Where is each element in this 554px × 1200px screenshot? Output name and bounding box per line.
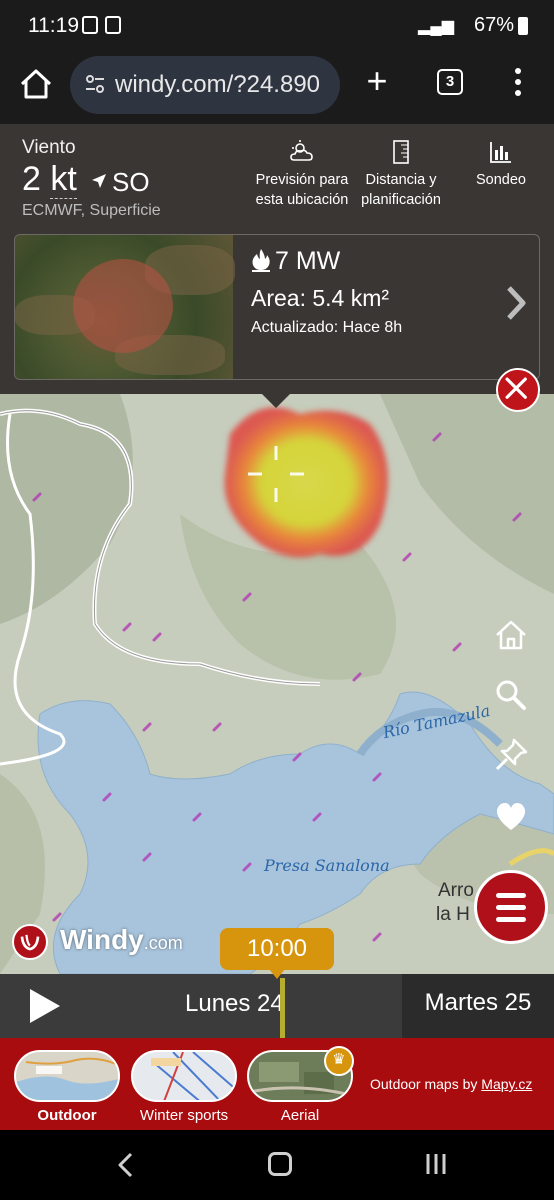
signal-icon: ▂▄▆ bbox=[418, 18, 454, 35]
day-next[interactable]: Martes 25 bbox=[402, 974, 554, 1038]
nav-home-icon[interactable] bbox=[268, 1152, 292, 1176]
url-bar[interactable]: windy.com/?24.890 bbox=[70, 56, 340, 114]
map-credit-text: Outdoor maps by bbox=[370, 1076, 478, 1092]
fire-power: 7 MW bbox=[251, 247, 340, 276]
weather-panel: Viento 2 kt SO ECMWF, Superficie Previsi… bbox=[0, 124, 554, 394]
status-time: 11:19 bbox=[28, 14, 79, 37]
distance-label: Distancia y planificación bbox=[361, 172, 441, 208]
layer-aerial-label: Aerial bbox=[280, 1107, 320, 1124]
battery-text: 67% bbox=[473, 14, 514, 36]
back-icon[interactable] bbox=[115, 1151, 137, 1179]
wind-speed-unit[interactable]: kt bbox=[50, 160, 77, 199]
lake-label: Presa Sanalona bbox=[264, 856, 390, 875]
model-label[interactable]: ECMWF, Superficie bbox=[22, 202, 161, 220]
wind-arrow-icon bbox=[92, 174, 106, 188]
callout-pointer bbox=[262, 394, 290, 408]
close-icon[interactable] bbox=[496, 368, 540, 412]
wind-direction: SO bbox=[112, 167, 150, 197]
timeline-bar[interactable]: Lunes 24 Martes 25 bbox=[0, 974, 554, 1038]
weather-icon bbox=[290, 140, 313, 161]
mapy-link[interactable]: Mapy.cz bbox=[481, 1076, 532, 1092]
windy-brand: Windy.com bbox=[60, 924, 183, 955]
tabs-button[interactable]: 3 bbox=[437, 69, 463, 95]
layer-winter-thumbnail bbox=[131, 1050, 237, 1102]
layer-winter-label: Winter sports bbox=[139, 1107, 229, 1124]
sounding-button[interactable]: Sondeo bbox=[470, 140, 532, 190]
main-menu-button[interactable] bbox=[474, 870, 548, 944]
wind-speed-value: 2 bbox=[22, 160, 41, 198]
map-view[interactable]: Río Tamazula Presa Sanalona Arro la H bbox=[0, 394, 554, 974]
wind-label: Viento bbox=[22, 137, 76, 158]
forecast-label: Previsión para esta ubicación bbox=[255, 172, 349, 208]
tune-icon[interactable] bbox=[84, 73, 106, 95]
windy-logo-icon bbox=[12, 924, 48, 960]
battery-icon bbox=[518, 17, 528, 35]
sounding-label: Sondeo bbox=[476, 172, 526, 188]
system-nav-bar bbox=[0, 1130, 554, 1200]
wind-speed: 2 kt bbox=[22, 160, 77, 199]
new-tab-button[interactable]: + bbox=[362, 63, 392, 99]
fire-info-card[interactable]: 7 MW Area: 5.4 km² Actualizado: Hace 8h bbox=[14, 234, 540, 380]
fire-power-value: 7 MW bbox=[275, 247, 341, 275]
ruler-icon bbox=[393, 140, 409, 164]
layer-outdoor[interactable]: Outdoor bbox=[10, 1050, 124, 1124]
fire-area: Area: 5.4 km² bbox=[251, 285, 390, 311]
home-icon[interactable] bbox=[18, 66, 54, 102]
map-credit: Outdoor maps by Mapy.cz bbox=[370, 1076, 532, 1092]
map-layer-bar: Outdoor Winter sports Aerial Outdoor map… bbox=[0, 1038, 554, 1130]
day-current[interactable]: Lunes 24 bbox=[185, 990, 284, 1018]
check-icon bbox=[105, 16, 121, 34]
layer-outdoor-thumbnail bbox=[14, 1050, 120, 1102]
status-bar: 11:19 ▂▄▆ 67% bbox=[0, 0, 554, 52]
forecast-button[interactable]: Previsión para esta ubicación bbox=[248, 140, 356, 210]
layer-winter-sports[interactable]: Winter sports bbox=[128, 1050, 240, 1124]
url-text: windy.com/?24.890 bbox=[115, 71, 321, 98]
time-bubble[interactable]: 10:00 bbox=[220, 928, 334, 970]
pin-icon[interactable] bbox=[494, 738, 528, 772]
search-icon[interactable] bbox=[494, 678, 528, 712]
heart-icon[interactable] bbox=[494, 800, 528, 834]
fire-icon bbox=[252, 249, 270, 272]
distance-button[interactable]: Distancia y planificación bbox=[356, 140, 446, 210]
fire-updated: Actualizado: Hace 8h bbox=[251, 319, 403, 336]
recent-icon[interactable] bbox=[424, 1152, 448, 1176]
town-label: Arro bbox=[438, 880, 474, 901]
town-label: la H bbox=[436, 904, 470, 925]
browser-toolbar: windy.com/?24.890 + 3 bbox=[0, 52, 554, 124]
layer-outdoor-label: Outdoor bbox=[37, 1107, 97, 1124]
play-icon[interactable] bbox=[30, 989, 60, 1023]
gallery-icon bbox=[82, 16, 98, 34]
time-bubble-pointer bbox=[269, 969, 285, 979]
chart-icon bbox=[490, 142, 511, 163]
fire-satellite-thumbnail bbox=[15, 235, 235, 379]
time-cursor[interactable] bbox=[280, 978, 285, 1038]
home-map-icon[interactable] bbox=[494, 618, 528, 652]
more-icon[interactable] bbox=[508, 66, 528, 100]
chevron-right-icon[interactable] bbox=[501, 283, 531, 323]
crown-icon: ♛ bbox=[324, 1046, 354, 1076]
